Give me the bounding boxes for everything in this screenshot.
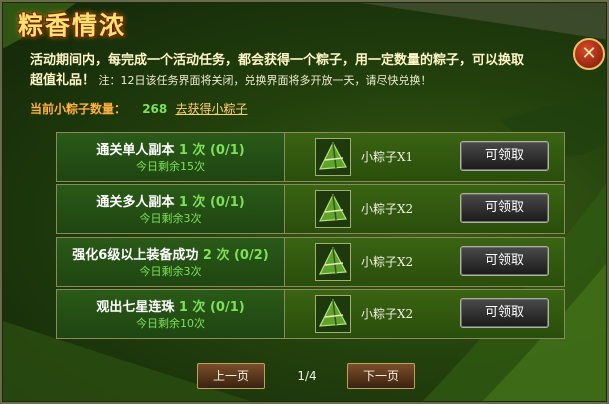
zongzi-icon[interactable] xyxy=(315,138,351,176)
count-label: 当前小粽子数量： xyxy=(30,102,127,116)
get-zongzi-link[interactable]: 去获得小粽子 xyxy=(175,102,247,116)
task-progress: 1 次 (0/1) xyxy=(178,143,245,158)
close-button[interactable]: ✕ xyxy=(573,38,605,70)
reward-label: 小粽子X2 xyxy=(361,307,414,321)
claim-button[interactable]: 可领取 xyxy=(460,298,549,328)
task-title: 通关多人副本 1 次 (0/1) xyxy=(57,191,284,210)
task-progress: 1 次 (0/1) xyxy=(178,195,245,210)
task-remaining: 今日剩余10次 xyxy=(136,317,205,330)
zongzi-count-row: 当前小粽子数量： 268 去获得小粽子 xyxy=(30,100,247,117)
page-indicator: 1/4 xyxy=(297,369,317,383)
task-remaining: 今日剩余15次 xyxy=(136,160,205,173)
task-title: 强化6级以上装备成功 2 次 (0/2) xyxy=(57,244,284,263)
task-remaining: 今日剩余3次 xyxy=(139,212,202,225)
task-name: 强化6级以上装备成功 xyxy=(72,248,199,263)
zongzi-icon[interactable] xyxy=(315,190,351,228)
task-name: 观出七星连珠 xyxy=(96,300,175,315)
task-row: 通关单人副本 1 次 (0/1) 今日剩余15次 小粽子X1 可领取 xyxy=(56,132,565,182)
event-panel: 粽香情浓 ✕ 活动期间内，每完成一个活动任务，都会获得一个粽子，用一定数量的粽子… xyxy=(0,0,609,404)
count-value: 268 xyxy=(142,102,168,116)
deadline-note: 注：12日该任务界面将关闭，兑换界面将多开放一天，请尽快兑换！ xyxy=(98,74,432,87)
task-title: 通关单人副本 1 次 (0/1) xyxy=(57,139,284,158)
event-title: 粽香情浓 xyxy=(18,11,127,40)
task-row: 观出七星连珠 1 次 (0/1) 今日剩余10次 小粽子X2 可领取 xyxy=(56,289,565,339)
claim-button[interactable]: 可领取 xyxy=(460,193,549,223)
task-title: 观出七星连珠 1 次 (0/1) xyxy=(57,296,284,315)
task-remaining: 今日剩余3次 xyxy=(139,265,202,278)
gift-text: 超值礼品！ xyxy=(30,73,96,88)
next-page-button[interactable]: 下一页 xyxy=(347,363,415,389)
task-name: 通关单人副本 xyxy=(96,143,175,158)
reward-label: 小粽子X2 xyxy=(361,255,414,269)
reward-cell: 小粽子X1 可领取 xyxy=(284,132,565,182)
reward-cell: 小粽子X2 可领取 xyxy=(284,289,565,339)
task-cell: 通关多人副本 1 次 (0/1) 今日剩余3次 xyxy=(56,184,285,234)
reward-cell: 小粽子X2 可领取 xyxy=(284,184,565,234)
task-row: 强化6级以上装备成功 2 次 (0/2) 今日剩余3次 小粽子X2 可领取 xyxy=(56,237,565,287)
zongzi-icon[interactable] xyxy=(315,243,351,281)
task-progress: 2 次 (0/2) xyxy=(202,248,269,263)
task-cell: 通关单人副本 1 次 (0/1) 今日剩余15次 xyxy=(56,132,285,182)
reward-cell: 小粽子X2 可领取 xyxy=(284,237,565,287)
description-note-row: 超值礼品！ 注：12日该任务界面将关闭，兑换界面将多开放一天，请尽快兑换！ xyxy=(30,73,432,89)
task-name: 通关多人副本 xyxy=(96,195,175,210)
reward-label: 小粽子X2 xyxy=(361,202,414,216)
task-row: 通关多人副本 1 次 (0/1) 今日剩余3次 小粽子X2 可领取 xyxy=(56,184,565,234)
claim-button[interactable]: 可领取 xyxy=(460,141,549,171)
prev-page-button[interactable]: 上一页 xyxy=(197,363,265,389)
task-cell: 强化6级以上装备成功 2 次 (0/2) 今日剩余3次 xyxy=(56,237,285,287)
reward-label: 小粽子X1 xyxy=(361,150,414,164)
event-description: 活动期间内，每完成一个活动任务，都会获得一个粽子，用一定数量的粽子，可以换取 xyxy=(30,53,525,68)
claim-button[interactable]: 可领取 xyxy=(460,246,549,276)
task-progress: 1 次 (0/1) xyxy=(178,300,245,315)
close-icon: ✕ xyxy=(581,43,597,64)
task-cell: 观出七星连珠 1 次 (0/1) 今日剩余10次 xyxy=(56,289,285,339)
zongzi-icon[interactable] xyxy=(315,295,351,333)
